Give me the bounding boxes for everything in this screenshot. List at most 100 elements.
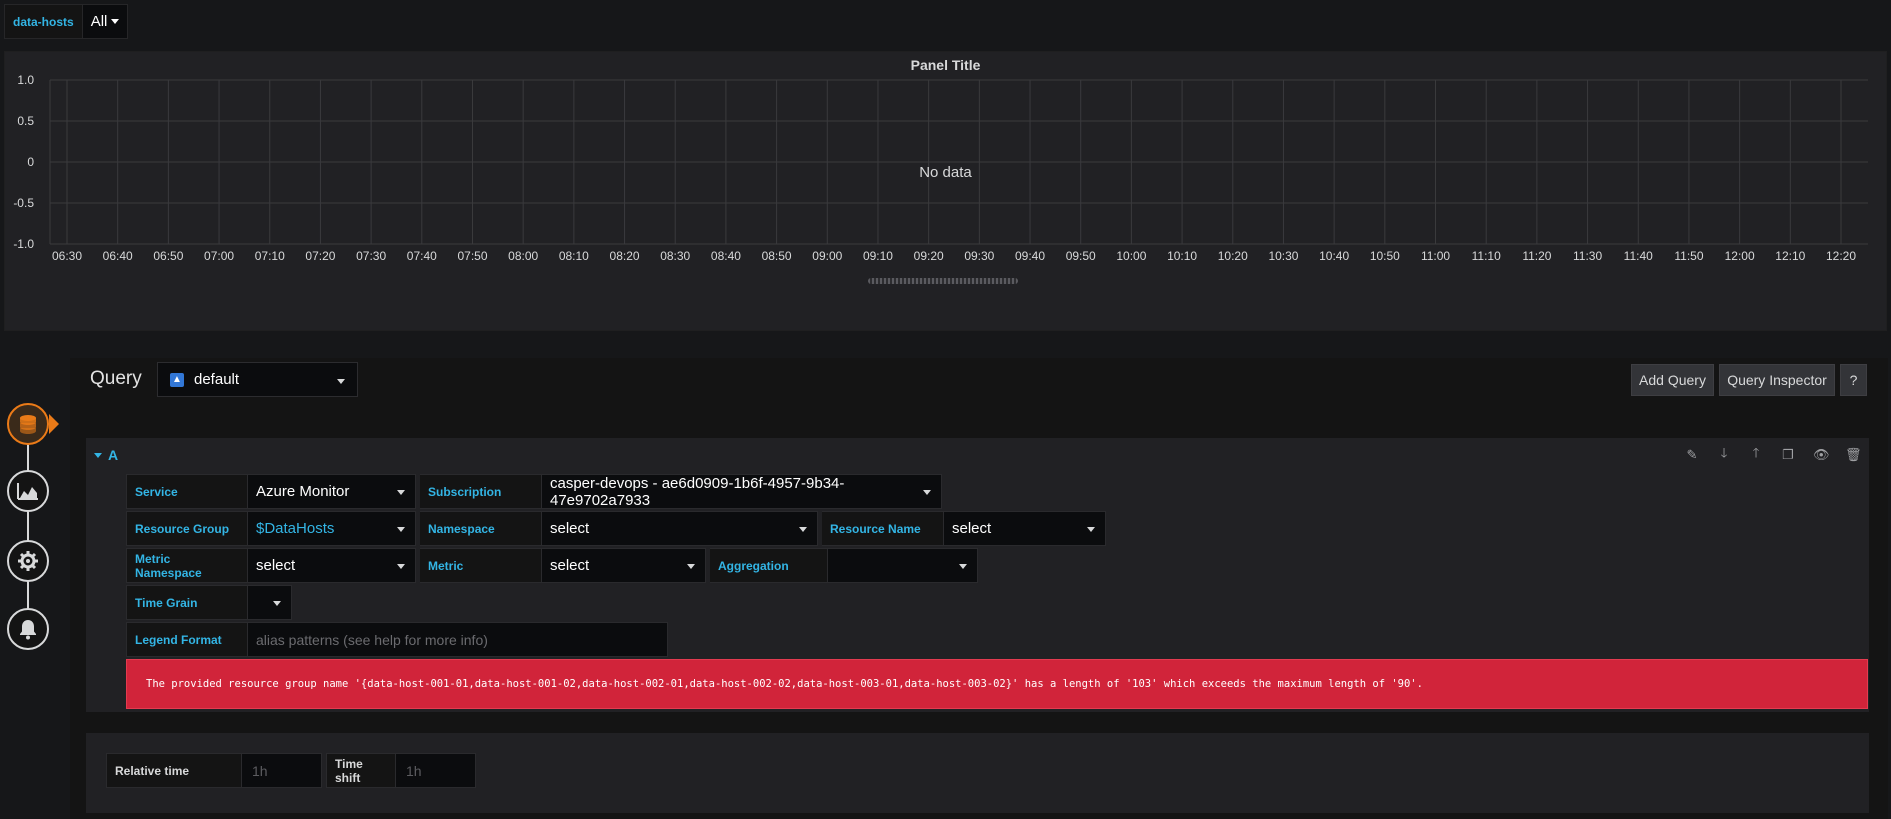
- trash-icon[interactable]: 🗑: [1845, 447, 1862, 463]
- x-tick-label: 08:50: [762, 249, 792, 263]
- caret-down-icon: [687, 564, 695, 569]
- x-tick-label: 10:50: [1370, 249, 1400, 263]
- alert-tab-button[interactable]: [7, 608, 49, 650]
- resource-name-label: Resource Name: [822, 511, 944, 546]
- aggregation-label: Aggregation: [710, 548, 828, 583]
- query-section-title: Query: [90, 368, 142, 389]
- x-tick-label: 07:10: [255, 249, 285, 263]
- subscription-label: Subscription: [420, 474, 542, 509]
- variable-label: data-hosts: [4, 4, 83, 39]
- namespace-label: Namespace: [420, 511, 542, 546]
- x-tick-label: 06:40: [103, 249, 133, 263]
- x-tick-label: 09:40: [1015, 249, 1045, 263]
- datasource-picker[interactable]: ▲ default: [157, 362, 358, 397]
- form-row-service: Service Azure Monitor Subscription caspe…: [126, 474, 942, 509]
- time-grain-label: Time Grain: [126, 585, 248, 620]
- resource-group-value: $DataHosts: [256, 520, 335, 537]
- x-tick-label: 06:50: [153, 249, 183, 263]
- x-tick-label: 06:30: [52, 249, 82, 263]
- panel-resize-handle[interactable]: [868, 278, 1018, 284]
- caret-down-icon: [923, 490, 931, 495]
- active-tab-indicator: [49, 414, 59, 434]
- sidebar-connector: [27, 425, 29, 630]
- legend-format-input[interactable]: alias patterns (see help for more info): [248, 622, 668, 657]
- service-value: Azure Monitor: [256, 483, 350, 500]
- graph-panel: Panel Title 1.0 0.5 0 -0.5 -1.0 06:30 06:40 06:…: [4, 51, 1887, 331]
- x-tick-label: 07:20: [305, 249, 335, 263]
- aggregation-select[interactable]: [828, 548, 978, 583]
- x-tick-label: 08:00: [508, 249, 538, 263]
- arrow-up-icon[interactable]: 🡑: [1749, 444, 1763, 466]
- collapse-caret-icon: [94, 452, 102, 458]
- query-row-toggle[interactable]: A: [94, 447, 118, 463]
- metric-namespace-value: select: [256, 557, 296, 574]
- relative-time-label: Relative time: [106, 753, 242, 788]
- resource-group-select[interactable]: $DataHosts: [248, 511, 416, 546]
- query-inspector-button[interactable]: Query Inspector: [1719, 364, 1835, 396]
- general-settings-tab-button[interactable]: [7, 540, 49, 582]
- x-tick-label: 09:00: [812, 249, 842, 263]
- x-tick-label: 08:10: [559, 249, 589, 263]
- caret-down-icon: [273, 601, 281, 606]
- x-tick-label: 10:30: [1268, 249, 1298, 263]
- azure-logo-icon: ▲: [170, 372, 184, 387]
- form-row-time-grain: Time Grain: [126, 585, 292, 620]
- x-tick-label: 10:00: [1116, 249, 1146, 263]
- relative-time-input[interactable]: 1h: [242, 753, 322, 788]
- caret-down-icon: [1087, 527, 1095, 532]
- x-tick-label: 12:00: [1725, 249, 1755, 263]
- help-button[interactable]: ?: [1840, 364, 1867, 396]
- eye-icon[interactable]: 👁: [1813, 447, 1830, 463]
- queries-tab-button[interactable]: [7, 403, 49, 445]
- x-tick-label: 09:30: [964, 249, 994, 263]
- resource-name-select[interactable]: select: [944, 511, 1106, 546]
- caret-down-icon: [397, 564, 405, 569]
- no-data-message: No data: [919, 164, 972, 181]
- arrow-down-icon[interactable]: 🡓: [1717, 444, 1731, 466]
- chart-area: 1.00.50-0.5-1.006:30 06:40 06:50 07:00 07:10…: [13, 73, 1868, 263]
- caret-down-icon: [397, 490, 405, 495]
- y-tick-label: 1.0: [17, 73, 34, 87]
- form-row-resource-group: Resource Group $DataHosts Namespace sele…: [126, 511, 1106, 546]
- query-error-message: The provided resource group name '{data-…: [126, 659, 1868, 709]
- time-shift-label: Time shift: [326, 753, 396, 788]
- form-row-metric: Metric Namespace select Metric select Ag…: [126, 548, 978, 583]
- service-select[interactable]: Azure Monitor: [248, 474, 416, 509]
- y-tick-label: 0.5: [17, 114, 34, 128]
- x-tick-label: 07:50: [457, 249, 487, 263]
- namespace-select[interactable]: select: [542, 511, 818, 546]
- visualization-tab-button[interactable]: [7, 470, 49, 512]
- metric-namespace-select[interactable]: select: [248, 548, 416, 583]
- x-tick-label: 11:40: [1624, 249, 1653, 263]
- variable-dropdown[interactable]: All: [82, 4, 129, 39]
- add-query-button[interactable]: Add Query: [1631, 364, 1714, 396]
- time-grain-select[interactable]: [248, 585, 292, 620]
- resource-name-value: select: [952, 520, 992, 537]
- metric-select[interactable]: select: [542, 548, 706, 583]
- x-tick-label: 12:10: [1775, 249, 1805, 263]
- bell-icon: [20, 620, 36, 640]
- x-tick-label: 11:10: [1472, 249, 1501, 263]
- y-tick-label: -1.0: [13, 237, 34, 251]
- database-icon: [20, 415, 36, 434]
- namespace-value: select: [550, 520, 590, 537]
- pencil-icon[interactable]: ✎: [1685, 447, 1699, 463]
- subscription-select[interactable]: casper-devops - ae6d0909-1b6f-4957-9b34-…: [542, 474, 942, 509]
- time-shift-input[interactable]: 1h: [396, 753, 476, 788]
- chart-area-icon: [17, 483, 38, 500]
- copy-icon[interactable]: ❐: [1781, 447, 1795, 463]
- x-tick-label: 11:00: [1421, 249, 1450, 263]
- variable-value: All: [90, 13, 108, 30]
- x-tick-label: 07:00: [204, 249, 234, 263]
- x-tick-label: 11:50: [1674, 249, 1703, 263]
- subscription-value: casper-devops - ae6d0909-1b6f-4957-9b34-…: [550, 474, 845, 509]
- x-tick-label: 10:20: [1218, 249, 1248, 263]
- x-tick-label: 11:20: [1522, 249, 1551, 263]
- caret-down-icon: [799, 527, 807, 532]
- y-tick-label: -0.5: [13, 196, 34, 210]
- x-tick-label: 09:10: [863, 249, 893, 263]
- x-tick-label: 09:20: [914, 249, 944, 263]
- gear-chart-icon: [18, 551, 38, 571]
- x-tick-label: 07:30: [356, 249, 386, 263]
- x-tick-label: 09:50: [1066, 249, 1096, 263]
